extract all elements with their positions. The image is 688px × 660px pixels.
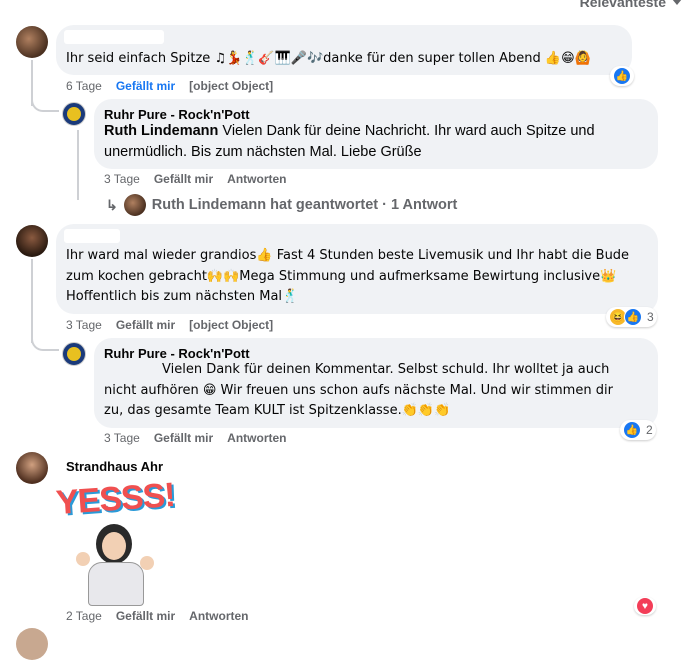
reply-arrow-icon: ↳ <box>106 196 118 213</box>
comment-author[interactable]: Strandhaus Ahr <box>66 459 163 475</box>
page-avatar[interactable] <box>62 342 86 366</box>
comment-actions: 2 Tage Gefällt mir Antworten <box>66 609 249 623</box>
reaction-summary[interactable]: 👍 <box>610 66 634 86</box>
like-reaction-icon: 👍 <box>623 421 641 439</box>
sort-label: Relevanteste <box>579 0 666 10</box>
reply-text-line1: Vielen Dank für deine Nachricht. Ihr war… <box>218 123 595 139</box>
mention-link[interactable]: Ruth Lindemann <box>104 123 218 139</box>
heart-reaction-icon: ♥ <box>637 598 653 614</box>
reply-text-line3: zu, das gesamte Team KULT ist Spitzenkla… <box>104 403 451 418</box>
reaction-summary[interactable]: 👍 2 <box>620 420 656 440</box>
comment-actions: 6 Tage Gefällt mir [object Object] <box>66 79 273 93</box>
sticker-text: YESSS! <box>54 475 176 523</box>
thread-connector <box>31 335 59 351</box>
redacted-author <box>64 30 164 44</box>
comment-bubble: Ihr ward mal wieder grandios👍 Fast 4 Stu… <box>56 224 658 314</box>
comment-time[interactable]: 2 Tage <box>66 609 102 623</box>
reaction-summary[interactable]: 😆 👍 3 <box>606 307 657 327</box>
avatar[interactable] <box>16 452 48 484</box>
comment-text-line3: Hoffentlich bis zum nächsten Mal🕺 <box>66 289 299 304</box>
reply-text-line2: nicht aufhören 😁 Wir freuen uns schon au… <box>104 382 613 398</box>
like-reaction-icon: 👍 <box>613 67 631 85</box>
like-button[interactable]: Gefällt mir <box>154 172 213 186</box>
comment-time[interactable]: 3 Tage <box>66 318 102 332</box>
reply-time[interactable]: 3 Tage <box>104 172 140 186</box>
thread-connector <box>31 96 59 112</box>
reaction-count: 2 <box>646 423 653 437</box>
chevron-down-icon <box>672 0 682 5</box>
reply-button[interactable]: [object Object] <box>189 318 273 332</box>
comment-text-line2: zum kochen gebracht🙌🙌Mega Stimmung und a… <box>66 268 617 284</box>
reply-button[interactable]: Antworten <box>227 172 286 186</box>
avatar[interactable] <box>16 26 48 58</box>
reply-text-line2: unermüdlich. Bis zum nächsten Mal. Liebe… <box>104 143 422 160</box>
thread-line <box>77 130 79 200</box>
like-button[interactable]: Gefällt mir <box>116 79 175 93</box>
reply-button[interactable]: Antworten <box>227 431 286 445</box>
reply-button[interactable]: [object Object] <box>189 79 273 93</box>
comment-actions: 3 Tage Gefällt mir [object Object] <box>66 318 273 332</box>
view-replies-link[interactable]: ↳ Ruth Lindemann hat geantwortet · 1 Ant… <box>106 194 457 216</box>
comment-text: Ihr seid einfach Spitze ♫💃🕺🎸🎹🎤🎶danke für… <box>66 51 591 66</box>
comment-text: Ihr ward mal wieder grandios👍 Fast 4 Stu… <box>66 246 629 308</box>
reaction-count: 3 <box>647 310 654 324</box>
sticker: YESSS! <box>54 476 176 606</box>
avatar <box>123 194 146 216</box>
thread-line <box>31 259 33 343</box>
replied-summary: Ruth Lindemann hat geantwortet · 1 Antwo… <box>151 197 458 213</box>
redacted-author <box>64 229 120 243</box>
reply-bubble: Ruhr Pure - Rock'n'Pott Ruth Lindemann V… <box>94 99 658 169</box>
reply-time[interactable]: 3 Tage <box>104 431 140 445</box>
page-avatar[interactable] <box>62 102 86 126</box>
reply-text-line1: Vielen Dank für deinen Kommentar. Selbst… <box>162 362 610 377</box>
reply-text: Ruth Lindemann Vielen Dank für deine Nac… <box>104 121 595 162</box>
reply-actions: 3 Tage Gefällt mir Antworten <box>104 172 287 186</box>
reaction-summary[interactable]: ♥ <box>634 597 656 615</box>
like-button[interactable]: Gefällt mir <box>116 318 175 332</box>
like-button[interactable]: Gefällt mir <box>154 431 213 445</box>
reply-bubble: Ruhr Pure - Rock'n'Pott Vielen Dank für … <box>94 338 658 428</box>
sticker-figure <box>76 522 154 606</box>
like-reaction-icon: 👍 <box>624 308 642 326</box>
reply-text: Vielen Dank für deinen Kommentar. Selbst… <box>104 360 613 422</box>
comment-bubble: Ihr seid einfach Spitze ♫💃🕺🎸🎹🎤🎶danke für… <box>56 25 632 75</box>
like-button[interactable]: Gefällt mir <box>116 609 175 623</box>
sort-dropdown[interactable]: Relevanteste <box>580 0 682 10</box>
comment-text-line1: Ihr ward mal wieder grandios👍 Fast 4 Stu… <box>66 248 630 263</box>
avatar[interactable] <box>16 225 48 257</box>
comment-time[interactable]: 6 Tage <box>66 79 102 93</box>
reply-button[interactable]: Antworten <box>189 609 248 623</box>
reply-actions: 3 Tage Gefällt mir Antworten <box>104 431 287 445</box>
